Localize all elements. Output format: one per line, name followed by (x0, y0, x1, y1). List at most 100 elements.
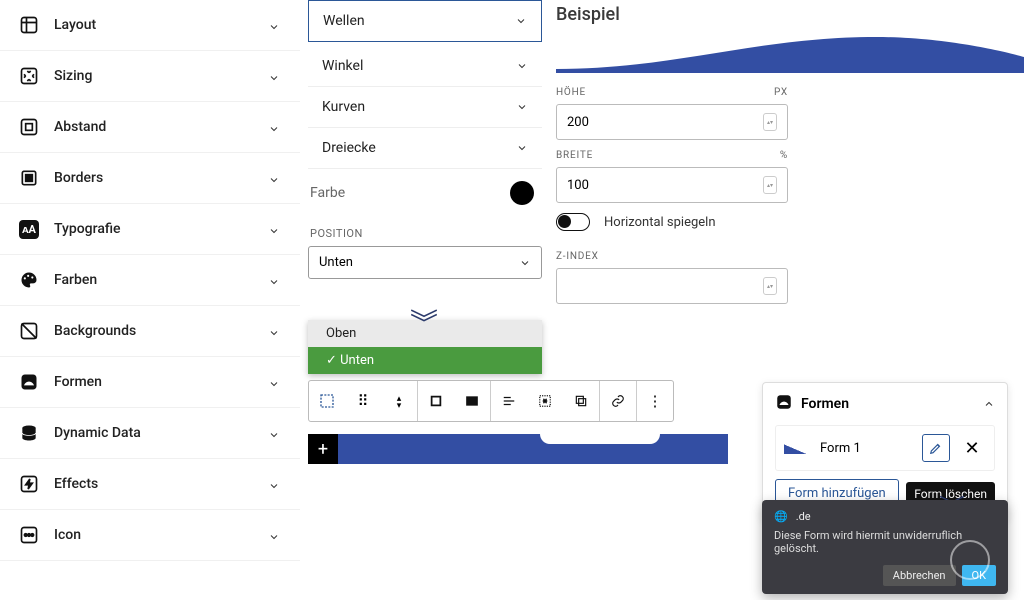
sidebar-item-spacing[interactable]: Abstand (0, 102, 300, 153)
color-swatch[interactable] (510, 181, 534, 205)
form-list-item[interactable]: Form 1 ✕ (775, 425, 995, 471)
zindex-label-row: Z-INDEX (556, 241, 788, 268)
width-label: BREITE (556, 150, 593, 161)
duplicate-button[interactable] (563, 381, 599, 421)
position-option-unten[interactable]: Unten (308, 347, 542, 374)
chevron-down-icon (516, 101, 528, 113)
height-label-row: HÖHE px (556, 77, 788, 104)
move-updown-button[interactable]: ▴▾ (381, 381, 417, 421)
shape-color-row: Farbe (308, 169, 542, 217)
form-item-label: Form 1 (820, 441, 914, 456)
confirm-delete-dialog: 🌐 .de Diese Form wird hiermit unwiderruf… (762, 500, 1008, 594)
stepper-icon[interactable]: ▴▾ (763, 176, 777, 194)
sidebar-item-label: Borders (54, 170, 268, 186)
sidebar-item-label: Formen (54, 374, 268, 390)
height-value: 200 (567, 115, 589, 130)
stepper-icon[interactable]: ▴▾ (763, 113, 777, 131)
width-input[interactable]: 100 ▴▾ (556, 167, 788, 203)
chevron-down-icon (516, 60, 528, 72)
chevron-down-icon (268, 18, 282, 32)
color-label: Farbe (310, 185, 345, 201)
chevron-down-icon (268, 273, 282, 287)
shape-option-label: Dreiecke (322, 140, 376, 156)
sidebar-item-colors[interactable]: Farben (0, 255, 300, 306)
dialog-domain: .de (796, 510, 811, 523)
sidebar-item-label: Dynamic Data (54, 425, 268, 441)
mirror-toggle-row: Horizontal spiegeln (556, 203, 804, 241)
sidebar-item-effects[interactable]: Effects (0, 459, 300, 510)
width-value: 100 (567, 178, 589, 193)
chevron-down-icon (268, 426, 282, 440)
height-unit: px (774, 87, 788, 98)
sidebar-item-sizing[interactable]: Sizing (0, 51, 300, 102)
position-select[interactable]: Unten (308, 246, 542, 279)
sidebar-item-shapes[interactable]: Formen (0, 357, 300, 408)
block-toolbar: ⠿ ▴▾ ⋮ (308, 380, 674, 422)
position-label: POSITION (308, 217, 542, 246)
preview-properties-column: Beispiel HÖHE px 200 ▴▾ BREITE % 100 ▴▾ … (556, 0, 804, 304)
fullwidth-button[interactable] (454, 381, 490, 421)
chevron-down-icon (268, 528, 282, 542)
chevron-down-icon (519, 257, 531, 269)
shape-option-dreiecke[interactable]: Dreiecke (308, 128, 542, 169)
shape-option-winkel[interactable]: Winkel (308, 46, 542, 87)
forms-title: Formen (801, 396, 849, 412)
sidebar-item-label: Icon (54, 527, 268, 543)
link-button[interactable] (600, 381, 636, 421)
sidebar-item-icon[interactable]: Icon (0, 510, 300, 561)
position-option-oben[interactable]: Oben (308, 320, 542, 347)
chevron-down-icon (268, 171, 282, 185)
ok-button[interactable]: OK (962, 565, 996, 586)
sidebar-item-label: Effects (54, 476, 268, 492)
shape-settings-column: Wellen Winkel Kurven Dreiecke Farbe POSI… (308, 0, 542, 279)
height-label: HÖHE (556, 87, 586, 98)
database-icon (18, 422, 40, 444)
chevron-down-icon (268, 120, 282, 134)
justify-button[interactable] (491, 381, 527, 421)
palette-icon (18, 269, 40, 291)
sidebar-item-label: Layout (54, 17, 268, 33)
mirror-label: Horizontal spiegeln (604, 215, 716, 230)
shape-option-kurven[interactable]: Kurven (308, 87, 542, 128)
sidebar-item-label: Abstand (54, 119, 268, 135)
stepper-icon[interactable]: ▴▾ (763, 277, 777, 295)
effects-icon (18, 473, 40, 495)
sidebar-item-layout[interactable]: Layout (0, 0, 300, 51)
borders-icon (18, 167, 40, 189)
position-dropdown-open: Oben Unten (308, 320, 542, 374)
width-label-row: BREITE % (556, 140, 788, 167)
sidebar-item-backgrounds[interactable]: Backgrounds (0, 306, 300, 357)
cancel-button[interactable]: Abbrechen (883, 565, 956, 586)
wave-dip-shape (540, 434, 660, 444)
height-AP709[interactable]: 200 ▴▾ (556, 104, 788, 140)
position-value: Unten (319, 255, 353, 270)
shape-type-select[interactable]: Wellen (308, 0, 542, 42)
add-block-button[interactable]: + (308, 434, 338, 464)
remove-form-button[interactable]: ✕ (958, 434, 986, 462)
icon-icon (18, 524, 40, 546)
chevron-down-icon (515, 15, 527, 27)
chevron-down-icon (268, 375, 282, 389)
forms-panel-header[interactable]: Formen (775, 393, 995, 425)
width-unit: % (780, 150, 788, 161)
select-parent-button[interactable] (309, 381, 345, 421)
sidebar-item-borders[interactable]: Borders (0, 153, 300, 204)
shapes-icon (775, 393, 793, 415)
chevron-down-icon (516, 142, 528, 154)
spacing-button[interactable] (527, 381, 563, 421)
drag-handle-button[interactable]: ⠿ (345, 381, 381, 421)
layout-icon (18, 14, 40, 36)
sidebar-item-dynamic-data[interactable]: Dynamic Data (0, 408, 300, 459)
sidebar-item-typography[interactable]: ᴀA Typografie (0, 204, 300, 255)
shape-type-value: Wellen (323, 13, 365, 29)
design-sidebar: Layout Sizing Abstand Borders ᴀA Typogra… (0, 0, 300, 561)
shape-preview-bar: + (308, 434, 728, 464)
dialog-message: Diese Form wird hiermit unwiderruflich g… (774, 529, 996, 555)
align-button[interactable] (418, 381, 454, 421)
edit-form-button[interactable] (922, 434, 950, 462)
chevron-down-icon (268, 69, 282, 83)
mirror-toggle[interactable] (556, 213, 590, 231)
more-options-button[interactable]: ⋮ (637, 381, 673, 421)
zindex-input[interactable]: ▴▾ (556, 268, 788, 304)
chevron-down-icon (268, 222, 282, 236)
